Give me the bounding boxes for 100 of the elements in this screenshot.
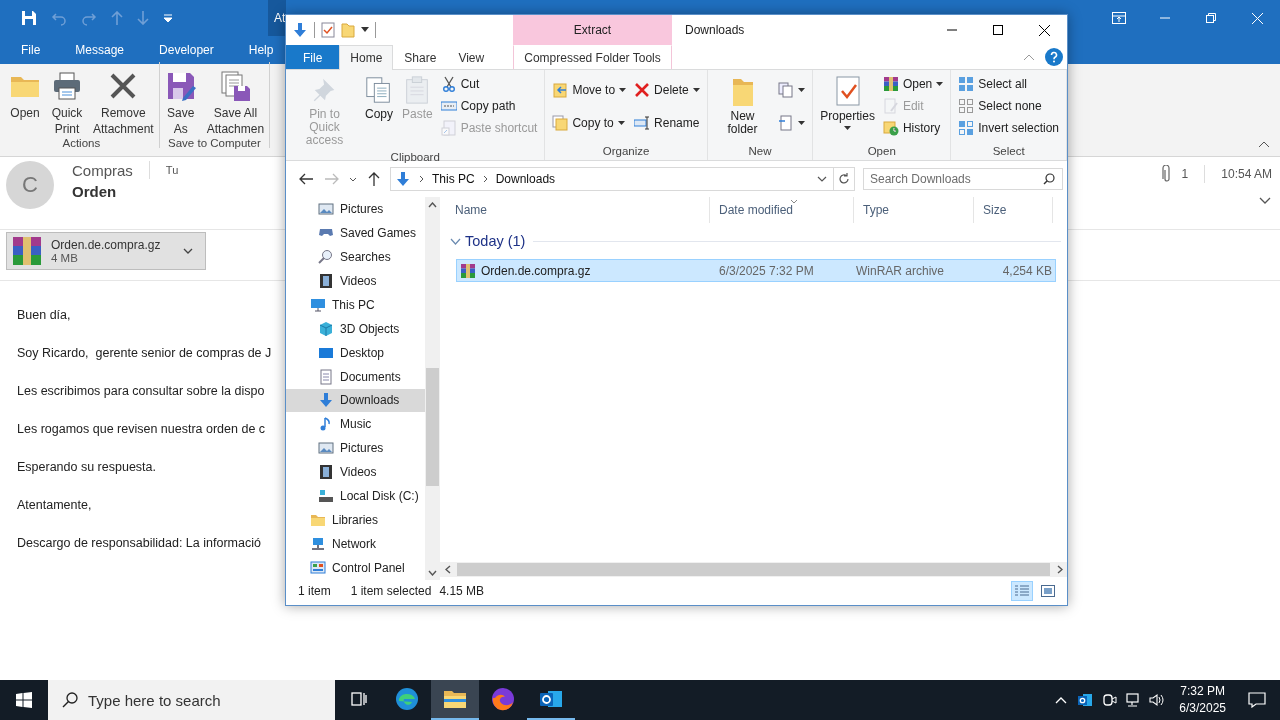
ribbon-button[interactable]: Copy (361, 73, 397, 123)
contextual-tab-header: Extract (513, 15, 672, 45)
browser-icon (394, 686, 420, 712)
ribbon-tab[interactable]: Compressed Folder Tools (513, 45, 672, 69)
refresh-button[interactable] (834, 167, 855, 191)
nav-item[interactable]: Network (286, 532, 425, 557)
ribbon-button[interactable]: History (879, 117, 947, 139)
address-bar[interactable]: This PC Downloads (390, 167, 834, 191)
ribbon-button[interactable]: Save All Attachmen (201, 70, 270, 137)
ribbon-button[interactable]: Select none (955, 95, 1062, 117)
network-icon (1125, 692, 1142, 708)
ribbon-button[interactable]: Rename (631, 111, 703, 134)
chevron-up-icon (428, 201, 437, 208)
group-label: New (748, 144, 772, 159)
nav-item[interactable]: Pictures (286, 197, 425, 221)
picture-icon (318, 200, 334, 217)
chevron-right-icon (482, 175, 488, 183)
nav-item[interactable]: Searches (286, 244, 425, 269)
menu-tab[interactable]: Help (239, 43, 283, 57)
ribbon-tab[interactable]: Home (339, 45, 394, 70)
ribbon-button[interactable]: Open (879, 73, 947, 95)
ribbon-button[interactable]: Move to (549, 78, 630, 101)
ribbon-button[interactable]: New folder (711, 73, 774, 138)
scrollbar-thumb[interactable] (426, 368, 439, 486)
ribbon-button[interactable]: Select all (955, 73, 1062, 95)
column-header[interactable]: Date modified (710, 197, 854, 223)
collapse-ribbon-icon (1023, 53, 1035, 61)
large-icons-view-icon (1041, 585, 1055, 597)
nav-item[interactable]: Desktop (286, 340, 425, 365)
column-header[interactable]: Name (446, 197, 710, 223)
message-subject: Orden (72, 183, 118, 200)
nav-item[interactable]: Saved Games (286, 220, 425, 245)
nav-item[interactable]: Music (286, 412, 425, 437)
ribbon-button[interactable]: Open (4, 70, 46, 137)
folder-icon (310, 512, 326, 529)
file-type: WinRAR archive (856, 263, 946, 278)
breadcrumb[interactable]: Downloads (495, 172, 556, 186)
ribbon-button[interactable]: Remove Attachment (88, 70, 159, 137)
group-label: Clipboard (390, 150, 440, 165)
nav-item[interactable]: Videos (286, 460, 425, 485)
archive-icon (460, 262, 476, 279)
nav-item[interactable]: Pictures (286, 436, 425, 461)
ribbon-button[interactable]: Quick Print (46, 70, 88, 137)
caret-icon (692, 87, 700, 92)
window-title: Downloads (684, 22, 745, 39)
ribbon-button[interactable]: Copy path (437, 95, 541, 117)
nav-item[interactable]: Libraries (286, 508, 425, 533)
history-icon (882, 120, 899, 136)
nav-item[interactable]: Control Panel (286, 556, 425, 580)
nav-item[interactable]: Local Disk (C:) (286, 484, 425, 509)
caret-icon (619, 87, 627, 92)
nav-item[interactable]: 3D Objects (286, 316, 425, 341)
up-arrow-icon (111, 11, 123, 25)
path-icon (440, 98, 457, 114)
group-toggle[interactable]: Today (1) (450, 233, 526, 249)
ribbon-button[interactable]: Save As (159, 70, 202, 137)
nav-item[interactable]: Videos (286, 268, 425, 293)
menu-tab[interactable]: Developer (150, 43, 223, 57)
chevron-down-icon (450, 237, 461, 245)
ribbon-button[interactable]: Delete (631, 78, 703, 101)
ribbon-button[interactable]: Copy to (549, 111, 630, 134)
attachment-card[interactable]: Orden.de.compra.gz 4 MB (6, 232, 206, 270)
download-arrow-icon (318, 392, 334, 409)
mail-app-icon (1077, 692, 1094, 708)
download-arrow-icon (395, 171, 411, 187)
speech-bubble-icon (1248, 692, 1266, 708)
ribbon-button[interactable]: Invert selection (955, 117, 1062, 139)
taskbar-search-field[interactable]: Type here to search (48, 680, 335, 720)
ribbon-tab[interactable]: View (447, 45, 496, 69)
file-row[interactable]: Orden.de.compra.gz 6/3/2025 7:32 PM WinRAR archive 4,254 KB (456, 259, 1056, 282)
ribbon-button[interactable]: Cut (437, 73, 541, 95)
file-tab[interactable]: File (286, 45, 340, 69)
caret-icon (798, 120, 806, 125)
game-pad-icon (318, 228, 334, 238)
down-arrow-icon (137, 11, 149, 25)
menu-tab[interactable]: Message (66, 43, 134, 57)
nav-item[interactable]: Downloads (286, 388, 425, 413)
ribbon-button[interactable]: Properties (817, 73, 878, 132)
expand-button[interactable] (1258, 197, 1272, 204)
cube-icon (318, 320, 334, 337)
group-label: Save to Computer (168, 137, 261, 149)
search-field[interactable]: Search Downloads (863, 168, 1063, 190)
column-header[interactable]: Size (974, 197, 1053, 223)
easy-access-icon (778, 114, 795, 131)
clock[interactable]: 7:32 PM 6/3/2025 (1169, 680, 1234, 720)
nav-item[interactable]: Documents (286, 364, 425, 389)
delete-icon (634, 81, 651, 98)
scrollbar-thumb[interactable] (457, 563, 1050, 576)
menu-tab[interactable]: File (12, 43, 50, 57)
recipient-name: Tu (165, 164, 179, 176)
contextual-tab[interactable]: At (268, 0, 287, 36)
column-header[interactable]: Type (854, 197, 974, 223)
ribbon-tab[interactable]: Share (393, 45, 448, 69)
breadcrumb[interactable]: This PC (432, 172, 475, 186)
chevron-up-icon (1055, 696, 1068, 704)
nav-item[interactable]: This PC (286, 292, 425, 317)
redo-icon (81, 10, 97, 26)
search-icon (318, 248, 334, 265)
taskbar-app[interactable] (431, 680, 479, 720)
speaker-icon (1149, 692, 1166, 708)
